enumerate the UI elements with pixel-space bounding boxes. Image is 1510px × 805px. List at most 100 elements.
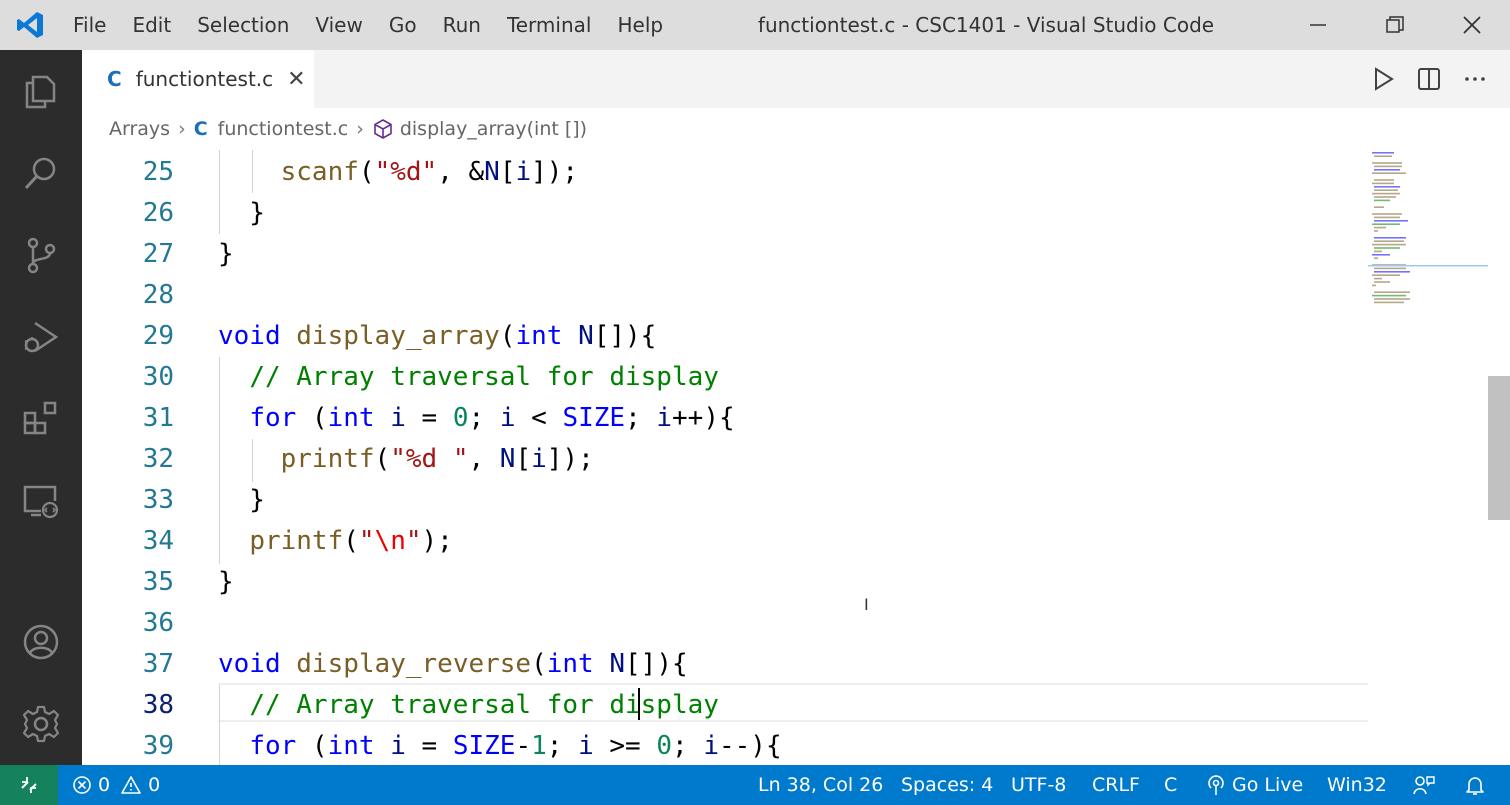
close-window-button[interactable] [1433, 0, 1510, 50]
code-token: } [218, 239, 234, 269]
feedback-button[interactable] [1412, 765, 1436, 805]
code-token: display_array [296, 321, 500, 351]
code-token: 0 [452, 403, 469, 433]
line-number: 25 [142, 157, 174, 187]
menu-file[interactable]: File [60, 0, 119, 50]
title-bar: File Edit Selection View Go Run Terminal… [0, 0, 1510, 50]
split-editor-button[interactable] [1414, 64, 1444, 94]
code-line[interactable]: 26 } [82, 193, 1368, 234]
code-line[interactable]: 38 // Array traversal for display [82, 685, 1368, 726]
explorer-button[interactable] [0, 50, 82, 132]
indent-guide [219, 685, 220, 765]
tab-label: functiontest.c [135, 67, 274, 91]
extensions-button[interactable] [0, 378, 82, 460]
code-line[interactable]: 25 scanf("%d", &N[i]); [82, 152, 1368, 193]
menu-edit[interactable]: Edit [119, 0, 184, 50]
code-token: < [515, 403, 563, 433]
minimize-button[interactable] [1279, 0, 1356, 50]
code-line[interactable]: 30 // Array traversal for display [82, 357, 1368, 398]
code-text: } [218, 562, 234, 603]
go-live-button[interactable]: Go Live [1206, 765, 1303, 805]
code-token: "%d " [390, 444, 469, 474]
code-editor[interactable]: 25 scanf("%d", &N[i]); 26 } 27} 28 29 void di… [82, 150, 1510, 765]
split-editor-icon [1418, 68, 1440, 90]
search-icon [24, 157, 56, 190]
code-line[interactable]: 37 void display_reverse(int N[]){ [82, 644, 1368, 685]
menu-go[interactable]: Go [376, 0, 430, 50]
code-line[interactable]: 34 printf("\n"); [82, 521, 1368, 562]
code-token: void [218, 649, 281, 679]
code-line[interactable]: 36 [82, 603, 1368, 644]
code-line[interactable]: 33 } [82, 480, 1368, 521]
code-token: printf [249, 526, 344, 556]
code-line[interactable]: 28 [82, 275, 1368, 316]
menu-view[interactable]: View [302, 0, 375, 50]
eol-button[interactable]: CRLF [1092, 765, 1140, 805]
problems-button[interactable]: 0 0 [72, 765, 160, 805]
breadcrumb-file[interactable]: functiontest.c [218, 118, 349, 140]
platform-button[interactable]: Win32 [1327, 765, 1387, 805]
breadcrumb-folder[interactable]: Arrays [109, 118, 170, 140]
line-number: 33 [142, 485, 174, 515]
code-line[interactable]: 29 void display_array(int N[]){ [82, 316, 1368, 357]
code-token: []){ [625, 649, 688, 679]
code-line[interactable]: 31 for (int i = 0; i < SIZE; i++){ [82, 398, 1368, 439]
code-line[interactable]: 39 for (int i = SIZE-1; i >= 0; i--){ [82, 726, 1368, 765]
code-token: } [218, 485, 265, 515]
remote-explorer-button[interactable] [0, 460, 82, 542]
run-button[interactable] [1368, 64, 1398, 94]
code-text: void display_reverse(int N[]){ [218, 644, 688, 685]
run-debug-button[interactable] [0, 296, 82, 378]
line-number: 26 [142, 198, 174, 228]
notifications-button[interactable] [1464, 765, 1486, 805]
run-icon [1375, 67, 1394, 91]
code-token: scanf [280, 157, 359, 187]
line-number: 32 [142, 444, 174, 474]
encoding-button[interactable]: UTF-8 [1011, 765, 1066, 805]
manage-button[interactable] [0, 683, 82, 765]
run-debug-icon [24, 321, 59, 353]
minimap[interactable] [1368, 150, 1488, 765]
cursor-position-button[interactable]: Ln 38, Col 26 [758, 765, 883, 805]
code-token: "%d" [374, 157, 438, 187]
indent-guide [252, 439, 253, 482]
activity-bar [0, 50, 82, 765]
code-token: } [218, 567, 234, 597]
c-file-icon: C [107, 67, 122, 91]
search-button[interactable] [0, 132, 82, 214]
code-token: ( [374, 444, 391, 474]
chevron-right-icon: › [178, 118, 186, 140]
code-line[interactable]: 35} [82, 562, 1368, 603]
line-number: 39 [142, 731, 174, 761]
menu-terminal[interactable]: Terminal [494, 0, 605, 50]
restore-button[interactable] [1356, 0, 1433, 50]
line-number: 31 [142, 403, 174, 433]
menu-help[interactable]: Help [604, 0, 676, 50]
code-text: for (int i = SIZE-1; i >= 0; i--){ [218, 726, 781, 765]
menu-selection[interactable]: Selection [184, 0, 302, 50]
tab-close-button[interactable]: ✕ [287, 67, 305, 92]
menu-run[interactable]: Run [430, 0, 494, 50]
breadcrumb-symbol[interactable]: display_array(int []) [400, 118, 587, 140]
accounts-button[interactable] [0, 601, 82, 683]
line-number: 38 [142, 690, 174, 720]
more-actions-button[interactable] [1460, 64, 1490, 94]
code-line[interactable]: 27} [82, 234, 1368, 275]
code-line[interactable]: 32 printf("%d ", N[i]); [82, 439, 1368, 480]
vertical-scrollbar[interactable] [1488, 376, 1510, 520]
indentation-button[interactable]: Spaces: 4 [901, 765, 993, 805]
chevron-right-icon: › [356, 118, 364, 140]
more-actions-icon [1465, 77, 1485, 81]
source-control-button[interactable] [0, 214, 82, 296]
remote-indicator-button[interactable] [0, 765, 58, 805]
tab-functiontest-c[interactable]: C functiontest.c ✕ [82, 50, 314, 108]
indent-guide [219, 357, 220, 564]
language-mode-button[interactable]: C [1164, 765, 1177, 805]
code-token: = [405, 731, 453, 761]
line-number: 34 [142, 526, 174, 556]
